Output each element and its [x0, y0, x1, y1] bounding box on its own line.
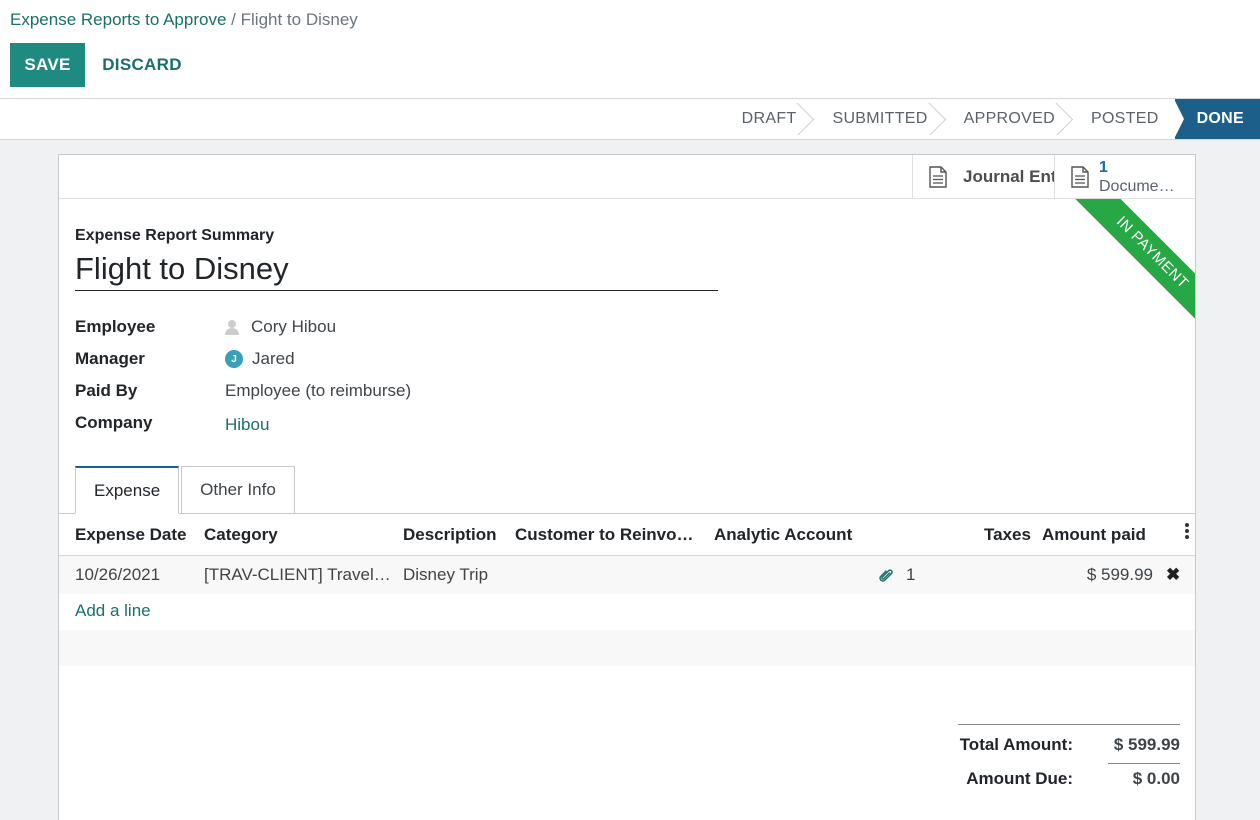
column-options-icon[interactable] — [1185, 523, 1189, 539]
company-field[interactable]: Hibou — [225, 415, 269, 435]
column-description[interactable]: Description — [403, 525, 503, 545]
paperclip-icon[interactable] — [879, 566, 893, 584]
document-icon — [1071, 166, 1089, 188]
employee-label: Employee — [75, 317, 156, 336]
discard-button[interactable]: DISCARD — [92, 43, 192, 87]
documents-label: Docume… — [1099, 178, 1175, 195]
column-taxes[interactable]: Taxes — [984, 525, 1034, 545]
totals-summary: Total Amount: $ 599.99 Amount Due: $ 0.0… — [958, 724, 1180, 793]
stage-done-label: DONE — [1196, 110, 1244, 127]
documents-text: 1 Docume… — [1099, 158, 1175, 196]
stage-approved-label: APPROVED — [963, 110, 1055, 127]
documents-count: 1 — [1099, 159, 1108, 176]
cell-attachment-count: 1 — [906, 565, 916, 584]
journal-entry-button[interactable]: Journal Ent — [912, 155, 1054, 199]
document-icon — [929, 166, 947, 188]
journal-entry-label: Journal Ent — [963, 167, 1054, 186]
breadcrumb-current: Flight to Disney — [240, 10, 358, 29]
amount-due-label: Amount Due: — [966, 769, 1073, 788]
empty-row — [59, 594, 1195, 630]
total-amount-value: $ 599.99 — [1113, 735, 1180, 754]
avatar: J — [225, 350, 243, 368]
stage-draft[interactable]: DRAFT — [722, 99, 813, 139]
company-link[interactable]: Hibou — [225, 415, 269, 435]
manager-label: Manager — [75, 349, 145, 368]
form-sheet: Journal Ent 1 Docume… IN PAYMENT Expense… — [58, 154, 1196, 820]
column-customer-to-reinvoice[interactable]: Customer to Reinvoi… — [515, 525, 697, 545]
smart-button-box: Journal Ent 1 Docume… — [59, 155, 1195, 199]
notebook-tabs: Expense Other Info — [75, 466, 295, 514]
tab-other-info[interactable]: Other Info — [181, 466, 295, 514]
empty-row — [59, 630, 1195, 666]
total-amount-label: Total Amount: — [959, 735, 1073, 754]
stage-submitted[interactable]: SUBMITTED — [812, 99, 943, 139]
cell-description: Disney Trip — [403, 565, 489, 584]
report-title-input[interactable]: Flight to Disney — [75, 251, 718, 291]
stage-approved[interactable]: APPROVED — [944, 99, 1071, 139]
amount-due-value: $ 0.00 — [1132, 769, 1180, 788]
stage-done[interactable]: DONE — [1173, 99, 1260, 139]
company-label: Company — [75, 413, 153, 432]
column-analytic-account[interactable]: Analytic Account — [714, 525, 864, 545]
status-bar: DRAFT SUBMITTED APPROVED POSTED DONE — [0, 99, 1260, 140]
status-ribbon: IN PAYMENT — [1053, 199, 1195, 341]
total-amount-row: Total Amount: $ 599.99 — [958, 725, 1180, 764]
summary-label: Expense Report Summary — [75, 227, 275, 244]
paid-by-value: Employee (to reimburse) — [225, 381, 412, 400]
cell-category: [TRAV-CLIENT] Travel… — [204, 565, 391, 584]
breadcrumb: Expense Reports to Approve / Flight to D… — [10, 10, 358, 30]
column-expense-date[interactable]: Expense Date — [75, 525, 195, 545]
column-category[interactable]: Category — [204, 525, 389, 545]
paid-by-label: Paid By — [75, 381, 138, 400]
cell-amount-paid: $ 599.99 — [1086, 565, 1153, 584]
tab-expense[interactable]: Expense — [75, 466, 180, 514]
expense-table-header: Expense Date Category Description Custom… — [59, 514, 1195, 556]
employee-field[interactable]: Cory Hibou — [225, 317, 336, 337]
save-button[interactable]: SAVE — [10, 43, 85, 87]
amount-due-row: Amount Due: $ 0.00 — [958, 759, 1180, 793]
add-line-link[interactable]: Add a line — [75, 601, 151, 621]
manager-field[interactable]: J Jared — [225, 349, 295, 369]
status-stages: DRAFT SUBMITTED APPROVED POSTED DONE — [722, 99, 1260, 139]
control-panel: Expense Reports to Approve / Flight to D… — [0, 0, 1260, 99]
delete-row-icon[interactable]: ✖ — [1166, 565, 1180, 585]
stage-submitted-label: SUBMITTED — [832, 110, 928, 127]
in-payment-ribbon: IN PAYMENT — [1066, 199, 1195, 339]
stage-draft-label: DRAFT — [741, 110, 797, 127]
cell-expense-date: 10/26/2021 — [75, 565, 161, 584]
breadcrumb-separator: / — [231, 10, 236, 29]
manager-value: Jared — [252, 349, 295, 368]
user-avatar-icon — [225, 319, 239, 335]
employee-value: Cory Hibou — [251, 317, 337, 336]
column-amount-paid[interactable]: Amount paid — [1042, 525, 1152, 545]
breadcrumb-parent-link[interactable]: Expense Reports to Approve — [10, 10, 226, 29]
paid-by-field[interactable]: Employee (to reimburse) — [225, 381, 411, 401]
stage-posted[interactable]: POSTED — [1071, 99, 1175, 139]
stage-posted-label: POSTED — [1090, 110, 1159, 127]
documents-button[interactable]: 1 Docume… — [1054, 155, 1195, 199]
table-row[interactable]: 10/26/2021 [TRAV-CLIENT] Travel… Disney … — [59, 556, 1195, 594]
